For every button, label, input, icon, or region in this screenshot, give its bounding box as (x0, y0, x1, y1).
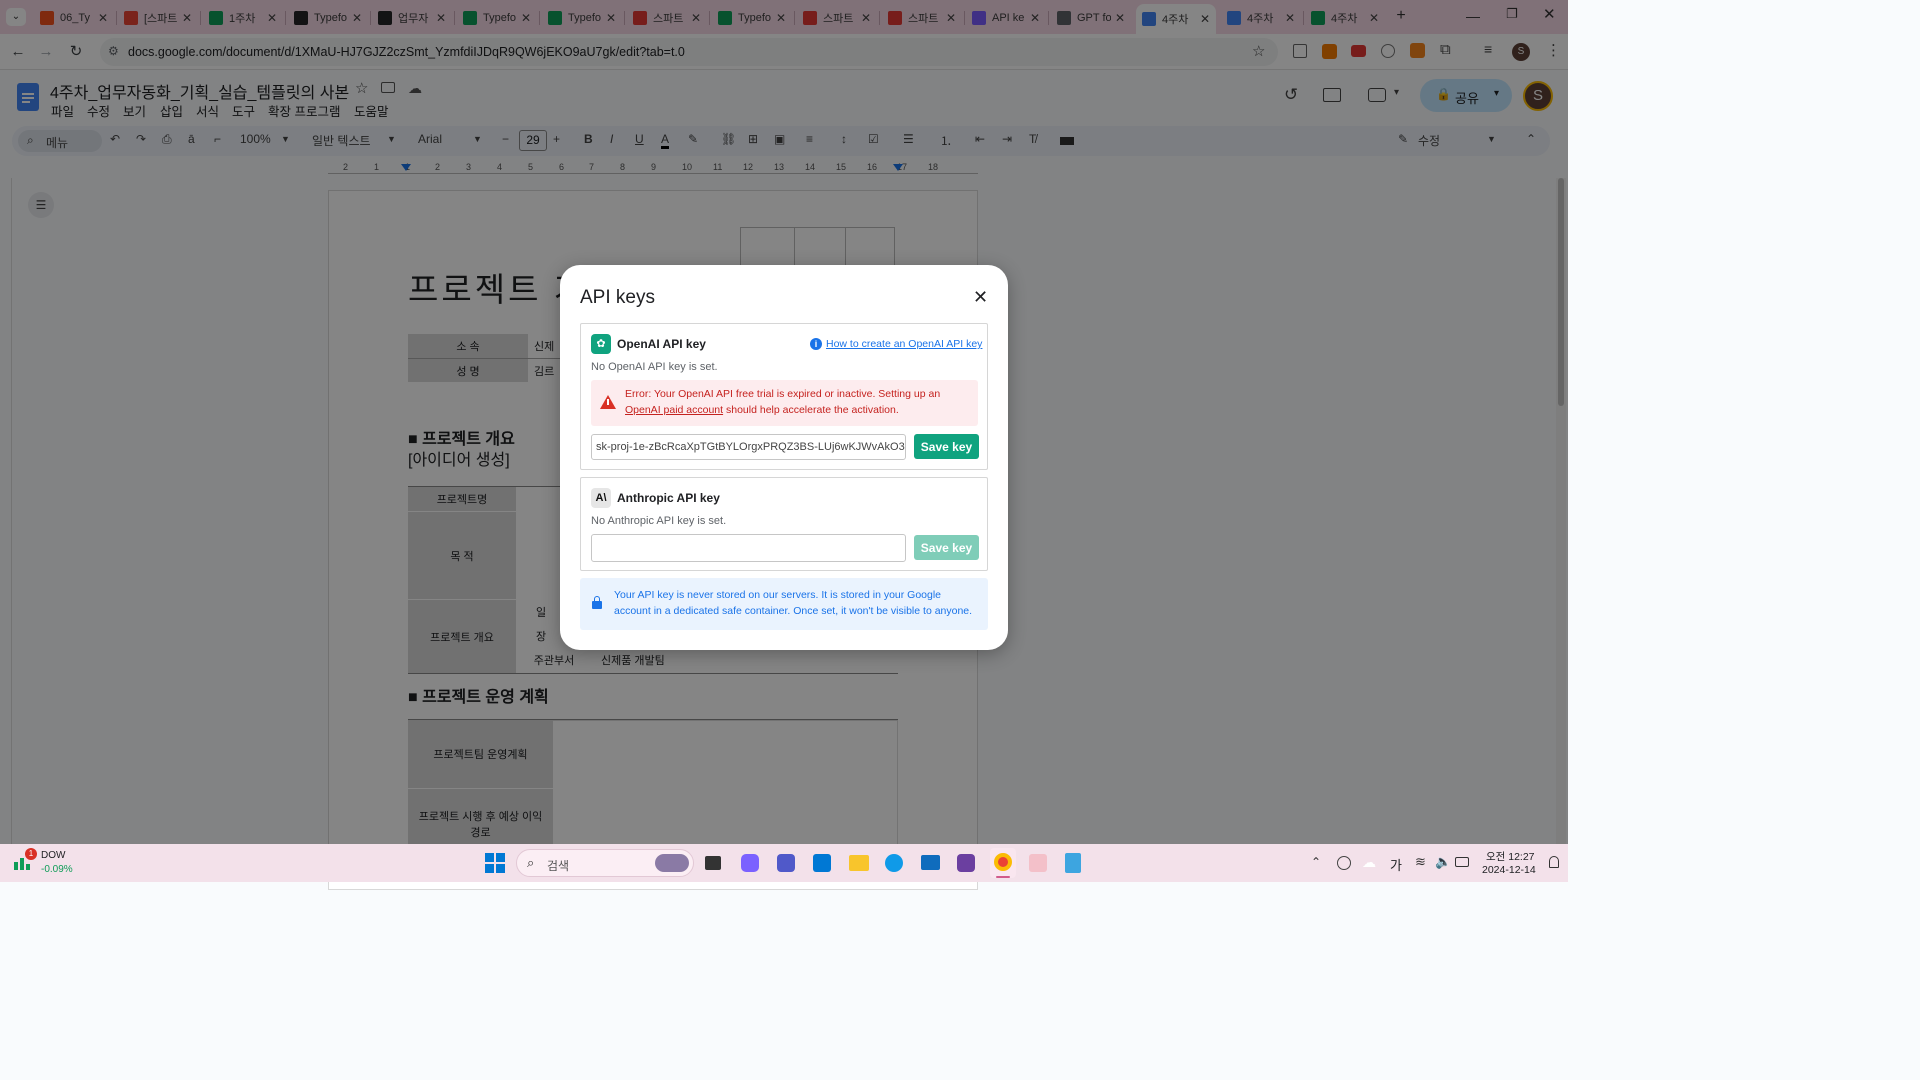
stock-change: -0.09% (41, 864, 73, 875)
security-notice: Your API key is never stored on our serv… (580, 578, 988, 630)
task-view-icon[interactable] (705, 856, 721, 870)
error-suffix: should help accelerate the activation. (726, 404, 899, 416)
tray-app-icon[interactable] (1337, 856, 1351, 870)
edge-icon[interactable] (885, 854, 903, 872)
openai-help-link[interactable]: How to create an OpenAI API key (826, 338, 982, 350)
openai-key-input[interactable]: sk-proj-1e-zBcRcaXpTGtBYLOrgxPRQZ3BS-LUj… (591, 434, 906, 460)
openai-card-title: OpenAI API key (617, 337, 706, 351)
notice-line1: Your API key is never stored on our serv… (614, 589, 942, 601)
clock-date[interactable]: 2024-12-14 (1482, 864, 1536, 876)
error-line2: OpenAI paid account should help accelera… (625, 404, 899, 416)
warning-icon-mark (607, 399, 609, 405)
openai-save-key-button[interactable]: Save key (914, 434, 979, 459)
taskbar-search-box[interactable]: ⌕ 검색 (516, 849, 694, 877)
anthropic-save-key-button[interactable]: Save key (914, 535, 979, 560)
openai-status-text: No OpenAI API key is set. (591, 361, 718, 373)
openai-error-box: Error: Your OpenAI API free trial is exp… (591, 380, 978, 426)
app-ppt-icon[interactable] (1029, 854, 1047, 872)
teams-icon[interactable] (777, 854, 795, 872)
close-icon[interactable]: ✕ (973, 287, 988, 308)
tray-chevron-icon[interactable]: ⌃ (1311, 855, 1321, 869)
lock-icon (592, 601, 602, 609)
clock-time[interactable]: 오전 12:27 (1486, 849, 1535, 864)
anthropic-key-card: A\ Anthropic API key No Anthropic API ke… (580, 477, 988, 571)
lock-shackle-icon (594, 596, 600, 602)
dialog-title: API keys (580, 287, 655, 308)
openai-logo-icon: ✿ (591, 334, 611, 354)
notepad-icon[interactable] (1065, 853, 1081, 873)
mail-icon[interactable] (921, 855, 940, 870)
anthropic-status-text: No Anthropic API key is set. (591, 515, 727, 527)
notification-badge: 1 (25, 848, 37, 860)
battery-icon[interactable] (1455, 857, 1469, 867)
anthropic-key-input[interactable] (591, 534, 906, 562)
taskbar-search-placeholder: 검색 (547, 859, 570, 873)
search-icon: ⌕ (527, 855, 535, 870)
notice-line2: account in a dedicated safe container. O… (614, 605, 973, 617)
api-keys-dialog: API keys ✕ ✿ OpenAI API key i How to cre… (560, 265, 1008, 650)
anthropic-card-title: Anthropic API key (617, 491, 720, 505)
openai-paid-account-link[interactable]: OpenAI paid account (625, 404, 723, 416)
app-purple-icon[interactable] (957, 854, 975, 872)
onedrive-icon[interactable]: ☁ (1362, 854, 1376, 871)
notification-bell-icon[interactable] (1549, 856, 1559, 868)
chrome-taskbar-icon[interactable] (990, 848, 1016, 878)
search-highlight-image (655, 854, 689, 872)
anthropic-logo-icon: A\ (591, 488, 611, 508)
ime-indicator[interactable]: 가 (1390, 855, 1402, 874)
file-explorer-icon[interactable] (849, 855, 869, 871)
windows-taskbar: 1 DOW -0.09% ⌕ 검색 ⌃ ☁ 가 ≋ 🔈 오전 12:27 202… (0, 844, 1568, 882)
info-icon: i (810, 338, 822, 350)
error-line1: Error: Your OpenAI API free trial is exp… (625, 388, 941, 400)
copilot-icon[interactable] (741, 854, 759, 872)
store-icon[interactable] (813, 854, 831, 872)
start-button[interactable] (485, 853, 505, 873)
wifi-icon[interactable]: ≋ (1415, 854, 1426, 870)
stock-name: DOW (41, 850, 66, 861)
openai-key-card: ✿ OpenAI API key i How to create an Open… (580, 323, 988, 470)
volume-icon[interactable]: 🔈 (1435, 854, 1451, 870)
